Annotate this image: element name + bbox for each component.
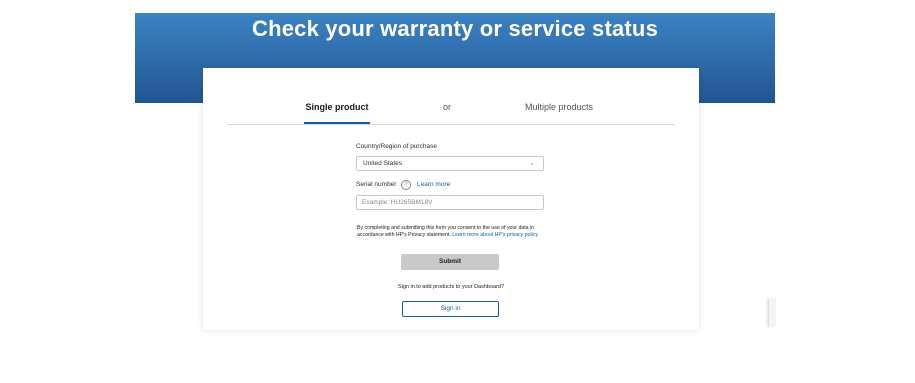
country-value: United States (363, 160, 403, 167)
privacy-policy-link[interactable]: Learn more about HP's privacy policy (452, 232, 538, 238)
feedback-side-tab[interactable] (768, 299, 776, 327)
signin-prompt: Sign in to add products to your Dashboar… (397, 284, 505, 290)
country-select[interactable]: United States ⌄ (356, 156, 544, 171)
page-title: Check your warranty or service status (251, 16, 659, 41)
country-label: Country/Region of purchase (356, 143, 437, 150)
serial-label: Serial number (356, 181, 397, 188)
tab-single-product[interactable]: Single product (304, 95, 370, 124)
tab-separator-or: or (442, 102, 451, 112)
product-tabs: Single product or Multiple products (227, 95, 675, 125)
sign-in-button[interactable]: Sign in (402, 301, 499, 317)
tab-multiple-products[interactable]: Multiple products (519, 95, 599, 122)
help-circle-icon[interactable]: ? (401, 180, 411, 190)
serial-placeholder: Example: HU265BM18V (362, 199, 433, 206)
submit-button[interactable]: Submit (401, 254, 499, 270)
warranty-form-card: Single product or Multiple products Coun… (203, 68, 699, 330)
chevron-down-icon: ⌄ (529, 160, 535, 167)
serial-number-input[interactable]: Example: HU265BM18V (356, 195, 544, 210)
learn-more-link[interactable]: Learn more (417, 181, 450, 188)
consent-text: By completing and submitting this form y… (357, 225, 557, 239)
